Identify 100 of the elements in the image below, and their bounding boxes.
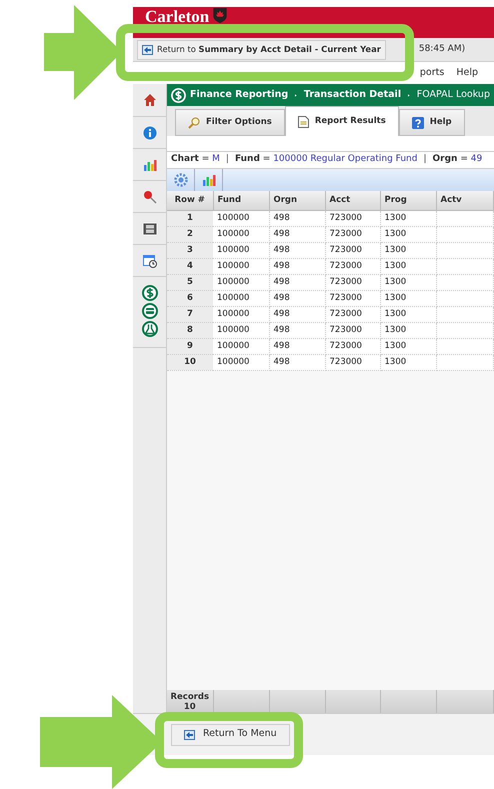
table-cell: 1300 xyxy=(380,354,436,370)
table-cell: 498 xyxy=(269,258,325,274)
table-cell: 1300 xyxy=(380,210,436,226)
return-to-menu-button[interactable]: Return To Menu xyxy=(171,724,290,746)
film-icon[interactable] xyxy=(142,222,156,234)
table-cell: 498 xyxy=(269,210,325,226)
table-cell: 723000 xyxy=(325,274,380,290)
table-cell: 2 xyxy=(167,226,213,242)
table-cell: 498 xyxy=(269,338,325,354)
table-cell: 723000 xyxy=(325,290,380,306)
table-cell: 5 xyxy=(167,274,213,290)
table-cell: 723000 xyxy=(325,210,380,226)
table-cell xyxy=(436,306,494,322)
tab[interactable]: Filter Options xyxy=(175,109,285,136)
table-cell: 9 xyxy=(167,338,213,354)
shield-icon xyxy=(213,8,228,23)
table-cell: 100000 xyxy=(213,322,269,338)
breadcrumb-link[interactable]: Transaction Detail xyxy=(304,88,402,102)
records-count-text: Records 10 xyxy=(167,690,213,713)
filter-text: Fund = 100000 Regular Operating Fund xyxy=(234,153,418,166)
logo-text: Carleton xyxy=(145,8,210,25)
menu-item[interactable]: Help xyxy=(456,66,478,80)
flask-circle-icon[interactable] xyxy=(142,321,158,337)
table-cell xyxy=(436,274,494,290)
back-arrow-icon xyxy=(142,44,153,54)
return-button[interactable]: Return to Summary by Acct Detail - Current Year xyxy=(137,40,386,60)
menu-item[interactable]: ports xyxy=(420,66,444,80)
tab[interactable]: Report Results xyxy=(284,106,399,136)
table-cell: 100000 xyxy=(213,274,269,290)
bar-chart-icon[interactable] xyxy=(142,158,156,172)
table-cell xyxy=(436,226,494,242)
table-cell: 1300 xyxy=(380,258,436,274)
table-cell: 1300 xyxy=(380,322,436,338)
dollar-circle-icon[interactable] xyxy=(142,285,158,301)
table-cell: 100000 xyxy=(213,258,269,274)
column-header[interactable]: Actv xyxy=(436,191,494,210)
table-cell: 10 xyxy=(167,354,213,370)
table-cell: 723000 xyxy=(325,338,380,354)
time-text: 58:45 AM) xyxy=(418,42,466,56)
table-cell: 723000 xyxy=(325,354,380,370)
table-cell: 1 xyxy=(167,210,213,226)
column-header[interactable]: Fund xyxy=(213,191,269,210)
separator-text: | xyxy=(226,153,229,166)
table-cell: 498 xyxy=(269,242,325,258)
table-cell: 498 xyxy=(269,290,325,306)
table-cell xyxy=(436,338,494,354)
table-cell: 7 xyxy=(167,306,213,322)
table-cell: 3 xyxy=(167,242,213,258)
table-cell: 1300 xyxy=(380,274,436,290)
table-cell xyxy=(436,290,494,306)
dollar-circle-icon xyxy=(171,88,186,102)
card-circle-icon[interactable] xyxy=(142,303,158,319)
column-header[interactable]: Row # xyxy=(167,191,213,210)
table-cell xyxy=(436,210,494,226)
table-cell: 1300 xyxy=(380,226,436,242)
table-cell: 498 xyxy=(269,274,325,290)
table-cell: 100000 xyxy=(213,210,269,226)
table-cell: 1300 xyxy=(380,290,436,306)
table-cell: 100000 xyxy=(213,290,269,306)
filter-text: Orgn = 49 xyxy=(432,153,482,166)
table-cell: 100000 xyxy=(213,306,269,322)
tab[interactable]: Help xyxy=(398,109,465,136)
column-header[interactable]: Prog xyxy=(380,191,436,210)
table-cell: 498 xyxy=(269,306,325,322)
info-icon[interactable] xyxy=(142,126,156,140)
bar-chart-icon[interactable] xyxy=(202,173,216,187)
back-arrow-icon xyxy=(184,730,195,740)
table-cell: 100000 xyxy=(213,354,269,370)
table-cell: 723000 xyxy=(325,322,380,338)
table-cell: 723000 xyxy=(325,258,380,274)
pin-icon[interactable] xyxy=(142,190,156,204)
table-cell: 1300 xyxy=(380,338,436,354)
table-cell xyxy=(436,322,494,338)
table-cell: 1300 xyxy=(380,242,436,258)
document-icon xyxy=(298,116,309,128)
table-cell: 6 xyxy=(167,290,213,306)
table-cell xyxy=(436,258,494,274)
table-cell: 100000 xyxy=(213,226,269,242)
table-cell: 498 xyxy=(269,226,325,242)
separator-text: | xyxy=(423,153,427,166)
table-cell: 723000 xyxy=(325,226,380,242)
table-cell: 723000 xyxy=(325,306,380,322)
column-header[interactable]: Acct xyxy=(325,191,380,210)
breadcrumb-link[interactable]: Finance Reporting xyxy=(190,88,288,102)
home-icon[interactable] xyxy=(142,93,156,107)
table-cell: 498 xyxy=(269,354,325,370)
table-cell: 100000 xyxy=(213,242,269,258)
table-cell: 723000 xyxy=(325,242,380,258)
table-cell: 8 xyxy=(167,322,213,338)
filter-text: Chart = M xyxy=(171,153,220,166)
calendar-clock-icon[interactable] xyxy=(142,254,156,268)
table-cell: 4 xyxy=(167,258,213,274)
breadcrumb-link[interactable]: FOAPAL Lookup xyxy=(416,88,490,102)
table-cell: 100000 xyxy=(213,338,269,354)
column-header[interactable]: Orgn xyxy=(269,191,325,210)
search-icon xyxy=(188,116,200,128)
help-icon xyxy=(412,116,424,128)
settings-icon[interactable] xyxy=(174,173,188,187)
table-cell xyxy=(436,242,494,258)
table-cell: 1300 xyxy=(380,306,436,322)
